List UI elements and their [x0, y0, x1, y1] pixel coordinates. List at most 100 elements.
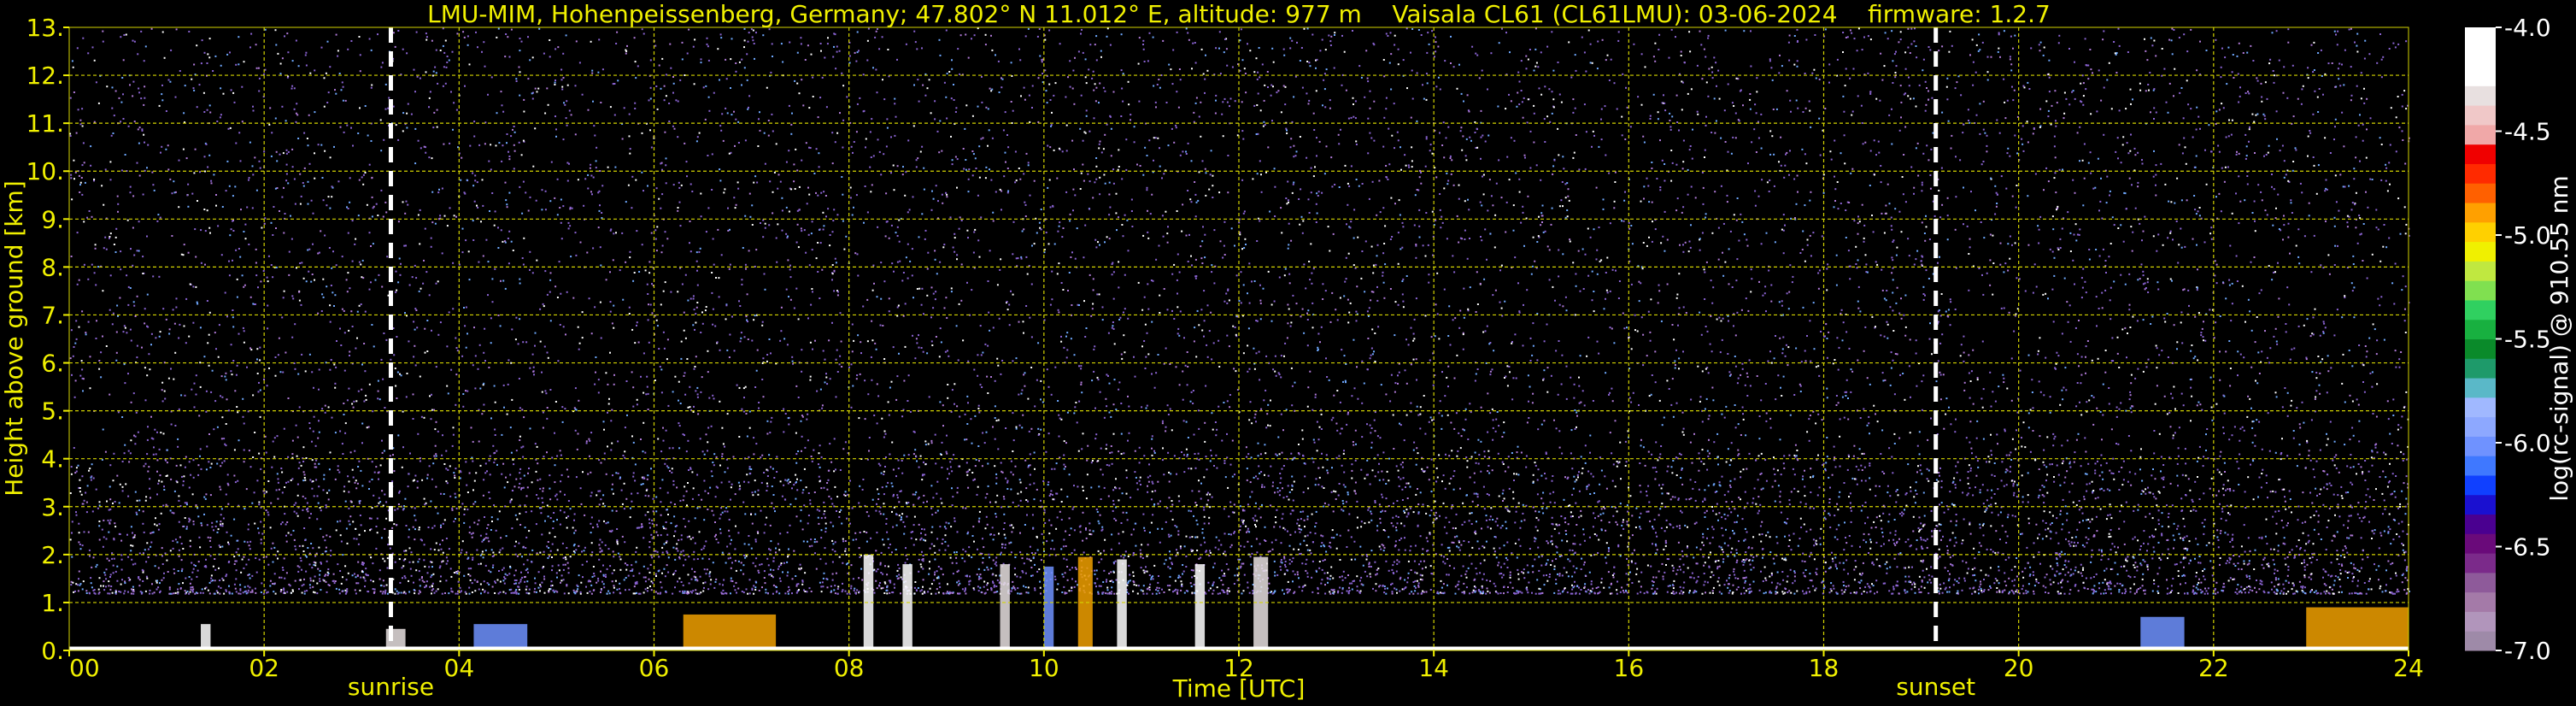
noise-dot [1605, 556, 1606, 558]
noise-dot [350, 310, 352, 312]
noise-dot [930, 440, 932, 442]
noise-dot [1921, 261, 1922, 262]
noise-dot [1495, 431, 1497, 432]
noise-dot [425, 71, 427, 73]
noise-dot [1458, 242, 1459, 244]
noise-dot [320, 230, 321, 232]
noise-dot [836, 496, 838, 497]
noise-dot [90, 577, 91, 579]
noise-dot [1094, 570, 1095, 572]
noise-dot [1882, 536, 1884, 538]
noise-dot [543, 487, 544, 489]
noise-dot [1742, 368, 1744, 370]
noise-dot [2167, 313, 2168, 315]
noise-dot [2363, 223, 2365, 225]
noise-dot [2323, 321, 2325, 322]
noise-dot [1328, 504, 1329, 506]
noise-dot [209, 232, 211, 234]
noise-dot [1488, 465, 1489, 467]
noise-dot [1195, 62, 1197, 64]
noise-dot [456, 347, 458, 349]
noise-dot [109, 589, 111, 591]
noise-dot [1559, 447, 1561, 449]
noise-dot [744, 67, 746, 68]
noise-dot [515, 583, 517, 585]
noise-dot [1579, 403, 1581, 404]
noise-dot [276, 151, 278, 153]
noise-dot [624, 541, 625, 543]
noise-dot [1925, 81, 1927, 83]
noise-dot [155, 517, 156, 519]
noise-dot [1056, 589, 1058, 591]
noise-dot [2337, 558, 2338, 560]
noise-dot [686, 358, 688, 360]
noise-dot [1927, 468, 1928, 470]
noise-dot [132, 95, 133, 97]
noise-dot [1500, 567, 1502, 568]
noise-dot [1679, 527, 1681, 529]
noise-dot [2379, 587, 2381, 589]
noise-dot [695, 543, 696, 544]
noise-dot [1455, 585, 1457, 587]
noise-dot [1431, 459, 1433, 461]
noise-dot [755, 557, 757, 559]
noise-dot [597, 580, 599, 582]
noise-dot [1201, 532, 1203, 533]
noise-dot [690, 184, 692, 185]
noise-dot [1484, 560, 1486, 562]
noise-dot [1555, 583, 1557, 585]
noise-dot [499, 551, 501, 553]
noise-dot [320, 507, 321, 509]
noise-dot [2113, 41, 2115, 43]
noise-dot [1103, 87, 1105, 89]
noise-dot [788, 150, 789, 151]
noise-dot [2376, 62, 2378, 64]
noise-dot [1646, 178, 1648, 179]
noise-dot [1074, 550, 1076, 551]
noise-dot [1437, 477, 1439, 479]
noise-dot [674, 531, 676, 532]
noise-dot [2319, 385, 2321, 386]
noise-dot [1066, 125, 1068, 126]
noise-dot [1200, 136, 1201, 138]
noise-dot [513, 574, 515, 576]
noise-dot [2140, 545, 2142, 547]
noise-dot [1895, 303, 1897, 304]
noise-dot [127, 373, 129, 374]
noise-dot [1538, 556, 1540, 558]
noise-dot [1066, 566, 1068, 568]
noise-dot [907, 558, 908, 560]
noise-dot [414, 265, 416, 267]
noise-dot [913, 544, 915, 546]
noise-dot [780, 181, 782, 183]
noise-dot [1253, 517, 1254, 519]
noise-dot [2262, 584, 2263, 585]
noise-dot [2110, 191, 2111, 192]
noise-dot [137, 250, 138, 251]
noise-dot [2127, 332, 2128, 334]
noise-dot [1955, 537, 1957, 538]
noise-dot [455, 593, 457, 595]
noise-dot [1781, 558, 1783, 560]
noise-dot [1058, 311, 1059, 313]
noise-dot [778, 174, 780, 175]
noise-dot [233, 556, 235, 557]
noise-dot [1260, 409, 1262, 410]
noise-dot [1019, 59, 1021, 61]
noise-dot [918, 524, 920, 526]
noise-dot [191, 589, 192, 591]
noise-dot [2321, 592, 2322, 594]
noise-dot [790, 276, 792, 278]
noise-dot [1500, 527, 1502, 529]
noise-dot [1298, 577, 1300, 579]
noise-dot [1575, 503, 1576, 504]
noise-dot [1319, 477, 1321, 479]
noise-dot [1786, 152, 1787, 154]
noise-dot [1891, 229, 1892, 231]
noise-dot [2013, 494, 2015, 496]
noise-dot [721, 113, 723, 115]
noise-dot [1373, 350, 1375, 352]
noise-dot [214, 400, 216, 402]
noise-dot [687, 300, 689, 302]
noise-dot [2115, 551, 2117, 553]
